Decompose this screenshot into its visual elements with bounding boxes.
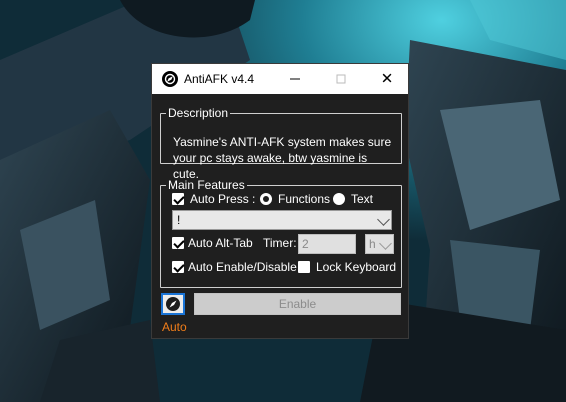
auto-button[interactable] (161, 293, 185, 315)
key-select-value: ! (177, 213, 181, 227)
timer-label: Timer: (263, 236, 297, 250)
description-legend: Description (168, 106, 229, 120)
auto-press-checkbox[interactable] (172, 193, 184, 205)
lock-keyboard-checkbox[interactable] (298, 261, 310, 273)
lock-keyboard-label: Lock Keyboard (316, 260, 397, 274)
window-title: AntiAFK v4.4 (184, 72, 255, 86)
text-radio[interactable] (333, 193, 345, 205)
description-text: Yasmine's ANTI-AFK system makes sure you… (173, 135, 392, 181)
key-select[interactable]: ! (172, 210, 392, 230)
minimize-button[interactable] (272, 64, 318, 94)
timer-input[interactable]: 2 (298, 234, 356, 254)
compass-needle-icon (166, 297, 180, 311)
maximize-icon (336, 74, 346, 84)
antiafk-window: AntiAFK v4.4 ✕ Description Yasmine's ANT… (151, 63, 409, 339)
auto-alt-tab-label: Auto Alt-Tab (188, 236, 253, 250)
chevron-down-icon (379, 237, 392, 250)
functions-label: Functions (278, 192, 331, 206)
auto-alt-tab-checkbox[interactable] (172, 237, 184, 249)
close-button[interactable]: ✕ (364, 64, 410, 94)
enable-button[interactable]: Enable (194, 293, 401, 315)
auto-label: Auto (162, 320, 187, 334)
auto-enable-disable-label: Auto Enable/Disable (188, 260, 297, 274)
main-features-legend: Main Features (168, 178, 245, 192)
antiafk-app-icon (162, 71, 178, 87)
timer-unit-value: h (369, 237, 376, 251)
description-group: Description Yasmine's ANTI-AFK system ma… (160, 106, 402, 181)
text-label: Text (351, 192, 374, 206)
maximize-button[interactable] (318, 64, 364, 94)
auto-enable-disable-checkbox[interactable] (172, 261, 184, 273)
functions-radio[interactable] (260, 193, 272, 205)
chevron-down-icon (377, 213, 390, 226)
close-icon: ✕ (380, 70, 394, 88)
timer-unit-select[interactable]: h (365, 234, 394, 254)
title-bar[interactable]: AntiAFK v4.4 ✕ (152, 64, 408, 94)
auto-press-label: Auto Press : (190, 192, 256, 206)
minimize-icon (290, 78, 300, 80)
